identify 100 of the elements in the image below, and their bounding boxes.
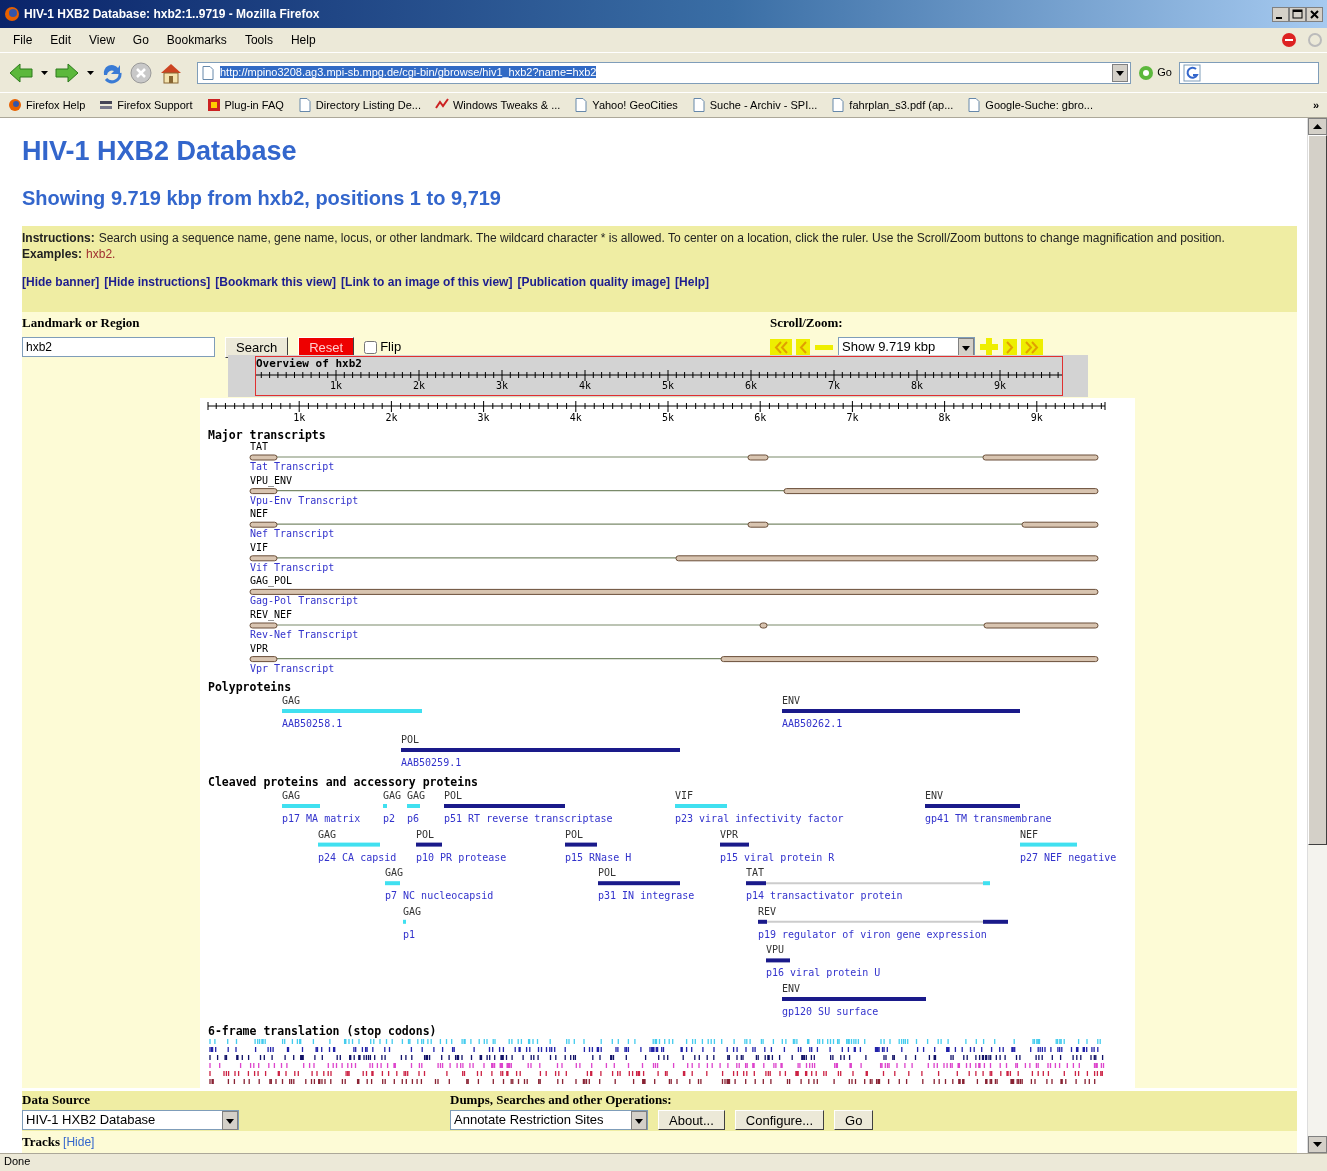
- firefox-icon: [8, 98, 22, 112]
- accession-label[interactable]: AAB50258.1: [282, 718, 343, 729]
- protein-label[interactable]: p2: [383, 813, 396, 824]
- protein-label[interactable]: p17 MA matrix: [282, 813, 361, 824]
- protein-label[interactable]: p1: [403, 928, 416, 940]
- flip-checkbox[interactable]: [364, 340, 378, 354]
- menu-item[interactable]: Help: [281, 31, 325, 49]
- protein-label[interactable]: p19 regulator of viron gene expression: [758, 928, 987, 940]
- protein-label[interactable]: p24 CA capsid: [318, 851, 397, 863]
- operations-label: Dumps, Searches and other Operations:: [450, 1092, 673, 1108]
- minimize-icon[interactable]: [1272, 6, 1289, 22]
- operations-select[interactable]: Annotate Restriction Sites: [450, 1110, 648, 1130]
- transcript-label[interactable]: Rev-Nef Transcript: [250, 629, 359, 640]
- operation-button[interactable]: Go: [834, 1110, 874, 1130]
- ruler-label: 7k: [828, 380, 840, 391]
- gene-label: REV: [758, 905, 777, 917]
- bookmark-item[interactable]: Windows Tweaks & ...: [434, 96, 561, 114]
- overview-title: Overview of hxb2: [256, 357, 362, 370]
- accession-label[interactable]: AAB50259.1: [401, 757, 462, 768]
- search-field[interactable]: [1179, 61, 1319, 84]
- maximize-icon[interactable]: [1289, 6, 1306, 22]
- gene-label: VPR: [720, 828, 739, 840]
- go-button[interactable]: Go: [1136, 64, 1174, 81]
- protein-label[interactable]: p7 NC nucleocapsid: [385, 890, 494, 902]
- menu-item[interactable]: Go: [123, 31, 158, 49]
- bookmark-item[interactable]: Directory Listing De...: [297, 96, 421, 114]
- bookmark-item[interactable]: Yahoo! GeoCities: [574, 96, 678, 114]
- example-link[interactable]: hxb2.: [86, 247, 116, 261]
- page-link[interactable]: [Link to an image of this view]: [341, 273, 513, 291]
- gene-label: GAG: [282, 695, 301, 706]
- track-title: Major transcripts: [208, 428, 326, 442]
- transcript-label[interactable]: Vpu-Env Transcript: [250, 494, 359, 506]
- plus-icon[interactable]: [979, 337, 999, 357]
- gene-label: TAT: [746, 867, 765, 879]
- stop-icon[interactable]: [129, 60, 153, 85]
- ruler-label: 1k: [330, 380, 342, 391]
- page-link[interactable]: [Hide banner]: [22, 273, 100, 291]
- menu-item[interactable]: Bookmarks: [157, 31, 236, 49]
- back-arrow-icon[interactable]: [8, 60, 34, 85]
- transcript-label[interactable]: Tat Transcript: [250, 461, 335, 472]
- protein-label[interactable]: p14 transactivator protein: [746, 890, 903, 902]
- page-link[interactable]: [Hide instructions]: [104, 273, 211, 291]
- instructions-text: Search using a sequence name, gene name, locus, or other landmark. The wildcard character * is allowed. To center on a location, click the ruler. Use the Scroll/Zoom buttons to change magnification and position.: [98, 231, 1225, 245]
- protein-label[interactable]: p16 viral protein U: [766, 967, 881, 979]
- protein-label[interactable]: p15 viral protein R: [720, 851, 835, 863]
- bookmark-item[interactable]: Firefox Support: [99, 96, 193, 114]
- gene-label: POL: [565, 828, 584, 840]
- transcript-label[interactable]: Vif Transcript: [250, 561, 335, 573]
- gene-label: GAG: [282, 790, 301, 801]
- landmark-field[interactable]: hxb2: [22, 337, 215, 357]
- bookmark-item[interactable]: Plug-in FAQ: [206, 96, 284, 114]
- accession-label[interactable]: AAB50262.1: [782, 718, 843, 729]
- stop-icon[interactable]: [1281, 32, 1297, 48]
- ruler-label: 9k: [1030, 412, 1043, 423]
- protein-label[interactable]: gp120 SU surface: [782, 1006, 879, 1017]
- gene-label: NEF: [1020, 828, 1039, 840]
- protein-label[interactable]: gp41 TM transmembrane: [925, 813, 1052, 824]
- menu-item[interactable]: Edit: [41, 31, 81, 49]
- more-bookmarks-button[interactable]: »: [1312, 96, 1319, 114]
- menu-item[interactable]: View: [80, 31, 124, 49]
- gene-label: REV_NEF: [250, 609, 293, 620]
- scroll-up-icon[interactable]: [1308, 118, 1327, 135]
- transcript-label[interactable]: Vpr Transcript: [250, 662, 335, 674]
- ruler-label: 2k: [413, 380, 425, 391]
- protein-label[interactable]: p23 viral infectivity factor: [675, 813, 844, 824]
- menu-item[interactable]: File: [4, 31, 42, 49]
- gene-label: VPU_ENV: [250, 474, 293, 486]
- close-icon[interactable]: [1306, 6, 1323, 22]
- scrollbar-thumb[interactable]: [1308, 135, 1327, 845]
- zoom-select[interactable]: Show 9.719 kbp: [838, 336, 975, 358]
- ruler-label: 4k: [579, 380, 591, 391]
- page-icon: [202, 65, 214, 80]
- protein-label[interactable]: p6: [407, 813, 420, 824]
- operation-button[interactable]: About...: [658, 1110, 725, 1130]
- protein-label[interactable]: p15 RNase H: [565, 851, 632, 863]
- hide-tracks-link[interactable]: [Hide]: [63, 1133, 95, 1151]
- go-icon: [1138, 64, 1155, 81]
- protein-label[interactable]: p10 PR protease: [416, 851, 507, 863]
- bookmark-item[interactable]: fahrplan_s3.pdf (ap...: [831, 96, 954, 114]
- protein-label[interactable]: p51 RT reverse transcriptase: [444, 813, 613, 824]
- protein-label[interactable]: p31 IN integrase: [598, 890, 695, 902]
- page-link[interactable]: [Publication quality image]: [517, 273, 671, 291]
- page-icon: [967, 98, 982, 112]
- search-button[interactable]: Search: [225, 336, 289, 358]
- protein-label[interactable]: p27 NEF negative: [1020, 851, 1117, 863]
- menu-item[interactable]: Tools: [235, 31, 282, 49]
- page-link[interactable]: [Bookmark this view]: [215, 273, 337, 291]
- bookmark-item[interactable]: Firefox Help: [8, 96, 86, 114]
- operation-button[interactable]: Configure...: [734, 1110, 824, 1130]
- transcript-label[interactable]: Nef Transcript: [250, 528, 335, 540]
- bookmark-item[interactable]: Suche - Archiv - SPI...: [691, 96, 818, 114]
- address-field[interactable]: http://mpino3208.ag3.mpi-sb.mpg.de/cgi-bin/gbrowse/hiv1_hxb2?name=hxb2: [197, 61, 1132, 84]
- scroll-down-icon[interactable]: [1308, 1136, 1327, 1153]
- gene-label: POL: [598, 867, 617, 879]
- ruler-label: 8k: [938, 412, 951, 423]
- transcript-label[interactable]: Gag-Pol Transcript: [250, 595, 359, 607]
- bookmark-item[interactable]: Google-Suche: gbro...: [967, 96, 1093, 114]
- forward-arrow-icon[interactable]: [54, 60, 80, 85]
- page-link[interactable]: [Help]: [675, 273, 710, 291]
- data-source-select[interactable]: HIV-1 HXB2 Database: [22, 1110, 239, 1130]
